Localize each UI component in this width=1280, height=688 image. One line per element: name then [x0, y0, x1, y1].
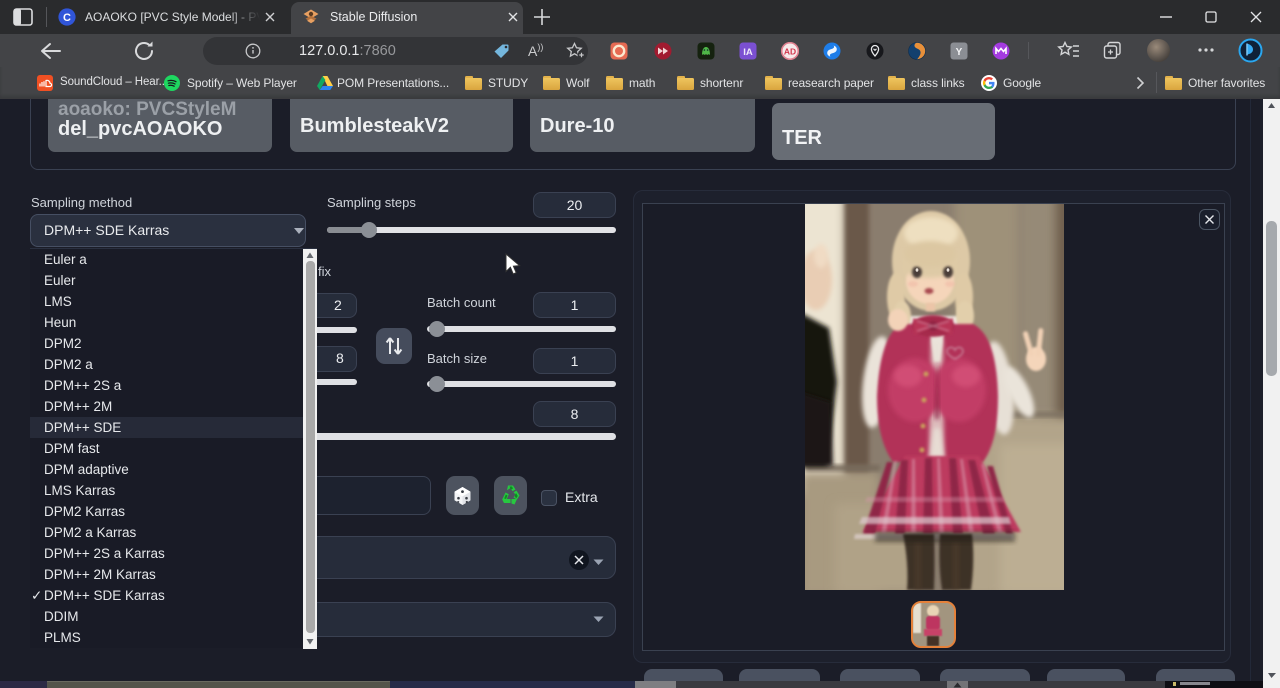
svg-text:C: C	[63, 12, 71, 24]
svg-text:Y: Y	[956, 47, 963, 58]
svg-text:IA: IA	[743, 47, 753, 58]
svg-text:AD: AD	[784, 46, 796, 56]
